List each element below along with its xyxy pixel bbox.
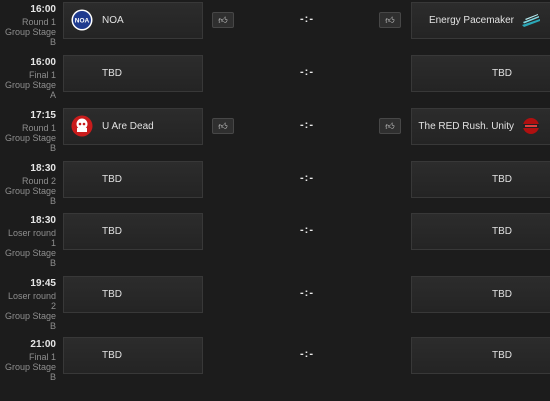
thumbs-up-icon: 👍︎ [385, 15, 395, 25]
match-info: 18:30 Loser round 1 Group Stage B [0, 215, 56, 268]
right-team-name: TBD [492, 68, 512, 79]
left-team-name: TBD [102, 289, 122, 300]
match-score: -:- [300, 224, 314, 236]
match-round: Round 1 [21, 123, 56, 133]
match-info: 17:15 Round 1 Group Stage B [0, 110, 56, 153]
left-team-card[interactable]: TBD [63, 55, 203, 92]
match-time: 21:00 [30, 339, 56, 350]
match-round-number: 2 [50, 301, 56, 311]
match-round: Final 1 [28, 352, 56, 362]
energy-pacemaker-logo [520, 9, 542, 31]
thumbs-up-icon: 👍︎ [218, 121, 228, 131]
match-info: 19:45 Loser round 2 Group Stage B [0, 278, 56, 331]
match-time: 17:15 [30, 110, 56, 121]
right-team-name: TBD [492, 174, 512, 185]
match-info: 21:00 Final 1 Group Stage B [0, 339, 56, 382]
match-stage: Group Stage [4, 362, 56, 372]
match-stage: Group Stage [4, 311, 56, 321]
red-rush-logo [520, 115, 542, 137]
vote-right-button[interactable]: 👍︎ [379, 118, 401, 134]
match-time: 18:30 [30, 215, 56, 226]
vote-left-button[interactable]: 👍︎ [212, 118, 234, 134]
right-team-card[interactable]: TBD [411, 276, 550, 313]
match-round: Round 2 [21, 176, 56, 186]
left-team-name: TBD [102, 350, 122, 361]
match-time: 16:00 [30, 4, 56, 15]
match-stage: Group Stage [4, 133, 56, 143]
match-round: Loser round [7, 291, 56, 301]
noa-logo-text: NOA [75, 18, 90, 25]
match-info: 18:30 Round 2 Group Stage B [0, 163, 56, 206]
right-team-name: TBD [492, 350, 512, 361]
match-score: -:- [300, 119, 314, 131]
match-stage: Group Stage [4, 186, 56, 196]
match-group: B [49, 258, 56, 268]
match-info: 16:00 Round 1 Group Stage B [0, 4, 56, 47]
left-team-name: TBD [102, 174, 122, 185]
vote-right-button[interactable]: 👍︎ [379, 12, 401, 28]
match-score: -:- [300, 348, 314, 360]
right-team-name: TBD [492, 226, 512, 237]
right-team-card[interactable]: The RED Rush. Unity [411, 108, 550, 145]
thumbs-up-icon: 👍︎ [385, 121, 395, 131]
left-team-card[interactable]: TBD [63, 337, 203, 374]
match-group: B [49, 37, 56, 47]
match-group: B [49, 196, 56, 206]
left-team-name: TBD [102, 68, 122, 79]
right-team-card[interactable]: TBD [411, 55, 550, 92]
match-stage: Group Stage [4, 80, 56, 90]
match-round: Round 1 [21, 17, 56, 27]
right-team-name: Energy Pacemaker [428, 15, 514, 26]
match-round: Loser round [7, 228, 56, 238]
match-time: 18:30 [30, 163, 56, 174]
right-team-name: TBD [492, 289, 512, 300]
u-are-dead-logo [71, 115, 93, 137]
match-stage: Group Stage [4, 27, 56, 37]
match-score: -:- [300, 287, 314, 299]
left-team-name: U Are Dead [102, 121, 154, 132]
match-schedule: 16:00 Round 1 Group Stage B NOA NOA 👍︎ -… [0, 0, 550, 401]
left-team-name: NOA [102, 15, 124, 26]
right-team-name: The RED Rush. Unity [418, 121, 514, 132]
match-score: -:- [300, 172, 314, 184]
match-score: -:- [300, 66, 314, 78]
match-group: A [49, 90, 56, 100]
left-team-card[interactable]: NOA NOA [63, 2, 203, 39]
right-team-card[interactable]: TBD [411, 161, 550, 198]
match-time: 16:00 [30, 57, 56, 68]
right-team-card[interactable]: Energy Pacemaker [411, 2, 550, 39]
right-team-card[interactable]: TBD [411, 337, 550, 374]
vote-left-button[interactable]: 👍︎ [212, 12, 234, 28]
match-info: 16:00 Final 1 Group Stage A [0, 57, 56, 100]
noa-logo: NOA [71, 9, 93, 31]
left-team-name: TBD [102, 226, 122, 237]
left-team-card[interactable]: TBD [63, 276, 203, 313]
match-group: B [49, 372, 56, 382]
right-team-card[interactable]: TBD [411, 213, 550, 250]
match-round-number: 1 [50, 238, 56, 248]
thumbs-up-icon: 👍︎ [218, 15, 228, 25]
left-team-card[interactable]: U Are Dead [63, 108, 203, 145]
left-team-card[interactable]: TBD [63, 213, 203, 250]
match-group: B [49, 143, 56, 153]
match-stage: Group Stage [4, 248, 56, 258]
match-time: 19:45 [30, 278, 56, 289]
match-score: -:- [300, 13, 314, 25]
match-group: B [49, 321, 56, 331]
left-team-card[interactable]: TBD [63, 161, 203, 198]
match-round: Final 1 [28, 70, 56, 80]
